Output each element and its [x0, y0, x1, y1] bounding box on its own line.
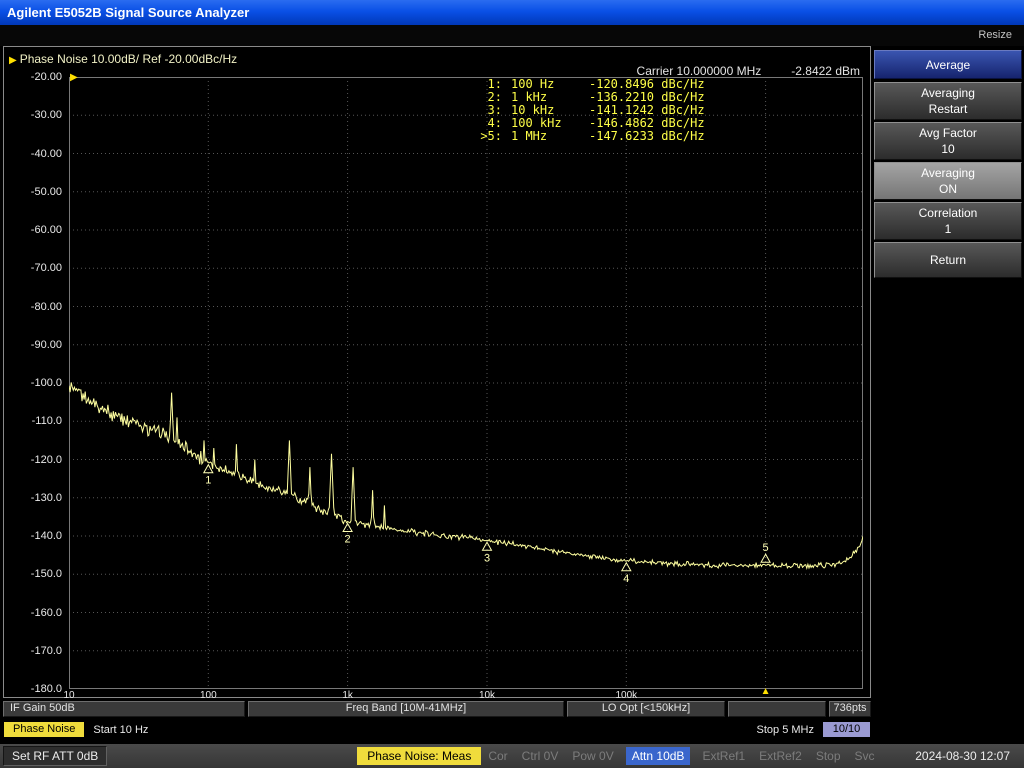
indicator-attn-10db: Attn 10dB — [626, 747, 691, 765]
average-count-badge: 10/10 — [823, 722, 870, 737]
indicator-pow-0v: Pow 0V — [572, 749, 613, 763]
datetime: 2024-08-30 12:07 — [915, 749, 1010, 763]
resize-control[interactable]: Resize — [978, 29, 1012, 41]
menu-strip: Resize — [0, 25, 1024, 46]
indicator-stop: Stop — [816, 749, 841, 763]
indicator-cor: Cor — [488, 749, 507, 763]
y-axis-tick-label: -110.0 — [32, 415, 62, 427]
y-axis-tick-label: -30.00 — [31, 109, 62, 121]
softkey-correlation-1[interactable]: Correlation1 — [874, 202, 1022, 240]
system-status-bar: Set RF ATT 0dB Phase Noise: Meas Cor Ctrl… — [0, 744, 1024, 768]
y-axis-tick-label: -120.0 — [31, 454, 62, 466]
trace-scale-header: ▶Phase Noise 10.00dB/ Ref -20.00dBc/Hz — [9, 52, 237, 66]
marker-table: 1:100 Hz-120.8496 dBc/Hz2:1 kHz-136.2210… — [474, 78, 705, 143]
softkey-return[interactable]: Return — [874, 242, 1022, 278]
sweep-stop-label: Stop 5 MHz — [757, 724, 814, 736]
y-axis-tick-label: -100.0 — [31, 377, 62, 389]
y-axis: -20.00-30.00-40.00-50.00-60.00-70.00-80.… — [4, 77, 65, 689]
points-field: 736pts — [829, 701, 871, 717]
carrier-power: -2.8422 dBm — [791, 64, 860, 78]
sweep-start-label: Start 10 Hz — [93, 724, 148, 736]
window-title: Agilent E5052B Signal Source Analyzer — [7, 5, 249, 20]
svg-text:4: 4 — [623, 573, 629, 585]
indicator-svc: Svc — [855, 749, 875, 763]
trace-scale-label: Phase Noise 10.00dB/ Ref -20.00dBc/Hz — [20, 52, 237, 66]
trace-arrow-icon: ▶ — [9, 55, 17, 66]
sweep-range-bar: Phase Noise Start 10 Hz Stop 5 MHz 10/10 — [3, 721, 871, 738]
x-axis-tick-label: 100k — [615, 690, 637, 701]
softkey-avg-factor-10[interactable]: Avg Factor10 — [874, 122, 1022, 160]
y-axis-tick-label: -140.0 — [31, 530, 62, 542]
y-axis-tick-label: -130.0 — [31, 492, 62, 504]
plot-area: 12345 ▶ — [69, 77, 863, 689]
title-bar: Agilent E5052B Signal Source Analyzer — [0, 0, 1024, 25]
phase-noise-plot: 1 2 3 4 5 — [69, 77, 863, 689]
svg-text:2: 2 — [345, 534, 351, 546]
if-gain-field: IF Gain 50dB — [3, 701, 245, 717]
x-axis-tick-label: 1k — [342, 690, 353, 701]
svg-text:3: 3 — [484, 552, 490, 564]
indicator-extref2: ExtRef2 — [759, 749, 802, 763]
y-axis-tick-label: -90.00 — [31, 339, 62, 351]
graph-panel: ▶Phase Noise 10.00dB/ Ref -20.00dBc/Hz C… — [3, 46, 871, 698]
y-axis-tick-label: -170.0 — [31, 645, 62, 657]
status-indicators: Cor Ctrl 0V Pow 0V Attn 10dB ExtRef1 ExtRef2 S… — [481, 747, 881, 765]
measurement-info-bar: IF Gain 50dB Freq Band [10M-41MHz] LO Op… — [3, 701, 871, 717]
softkey-menu: Average AveragingRestartAvg Factor10Aver… — [874, 50, 1022, 280]
carrier-readout: Carrier 10.000000 MHz -2.8422 dBm — [637, 64, 860, 78]
marker-row: >5:1 MHz-147.6233 dBc/Hz — [474, 130, 705, 143]
lo-opt-field: LO Opt [<150kHz] — [567, 701, 725, 717]
x-axis-tick-label: 10 — [63, 690, 74, 701]
y-axis-tick-label: -40.00 — [31, 148, 62, 160]
measurement-status-badge: Phase Noise: Meas — [357, 747, 481, 765]
y-axis-tick-label: -50.00 — [31, 186, 62, 198]
indicator-ctrl-0v: Ctrl 0V — [522, 749, 559, 763]
softkey-buttons: AveragingRestartAvg Factor10AveragingONC… — [874, 82, 1022, 278]
carrier-frequency: Carrier 10.000000 MHz — [637, 64, 762, 78]
active-marker-axis-arrow-icon[interactable]: ▲ — [761, 686, 771, 697]
x-axis-tick-label: 100 — [200, 690, 217, 701]
y-axis-tick-label: -60.00 — [31, 224, 62, 236]
system-message: Set RF ATT 0dB — [3, 746, 107, 766]
x-axis-tick-label: 10k — [479, 690, 495, 701]
y-axis-tick-label: -20.00 — [31, 71, 62, 83]
spare-field — [728, 701, 826, 717]
y-axis-tick-label: -80.00 — [31, 301, 62, 313]
y-axis-tick-label: -160.0 — [31, 607, 62, 619]
y-axis-tick-label: -180.0 — [31, 683, 62, 695]
softkey-menu-title: Average — [874, 50, 1022, 79]
ref-level-arrow-icon: ▶ — [70, 72, 78, 83]
y-axis-tick-label: -150.0 — [31, 568, 62, 580]
svg-text:5: 5 — [763, 542, 769, 554]
svg-text:1: 1 — [205, 475, 211, 487]
freq-band-field: Freq Band [10M-41MHz] — [248, 701, 564, 717]
softkey-averaging-restart[interactable]: AveragingRestart — [874, 82, 1022, 120]
softkey-averaging-on[interactable]: AveragingON — [874, 162, 1022, 200]
y-axis-tick-label: -70.00 — [31, 262, 62, 274]
trace-type-badge: Phase Noise — [4, 722, 84, 737]
app-window: Agilent E5052B Signal Source Analyzer Re… — [0, 0, 1024, 768]
indicator-extref1: ExtRef1 — [702, 749, 745, 763]
